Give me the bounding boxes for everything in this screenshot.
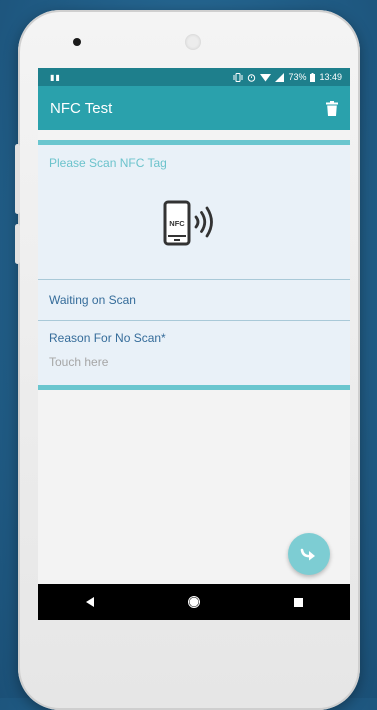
front-camera [73,38,81,46]
scan-card: Please Scan NFC Tag NFC Waiting on Scan … [38,140,350,390]
recents-icon [293,597,303,607]
vibrate-icon [233,72,243,82]
reason-input[interactable] [49,355,329,369]
nav-back-button[interactable] [70,584,110,620]
nav-recents-button[interactable] [278,584,318,620]
status-right: 73% 13:49 [233,72,342,82]
clock: 13:49 [319,72,342,82]
scan-status: Waiting on Scan [38,280,350,321]
app-bar: NFC Test [38,86,350,130]
status-bar: ▮▮ 73% 13:49 [38,68,350,86]
notification-dots-icon: ▮▮ [50,72,61,82]
battery-icon [310,72,316,82]
content: Please Scan NFC Tag NFC Waiting on Scan … [38,140,350,390]
nav-home-button[interactable] [174,584,214,620]
proximity-sensor [185,34,201,50]
battery-percent: 73% [288,72,307,82]
reason-field: Reason For No Scan* [38,321,350,390]
home-icon [188,596,200,608]
reason-label: Reason For No Scan* [49,331,166,345]
return-arrow-icon [300,548,315,561]
scan-area[interactable]: Please Scan NFC Tag NFC [38,145,350,280]
submit-fab[interactable] [288,533,330,575]
wifi-icon [260,73,272,81]
nav-bar [38,584,350,620]
back-icon [85,597,94,607]
app-title: NFC Test [50,99,113,117]
power-button [15,224,20,264]
scan-prompt: Please Scan NFC Tag [49,156,167,170]
alarm-icon [248,73,256,82]
volume-button [15,144,20,214]
screen: ▮▮ 73% 13:49 NFC Test Please Scan NFC Ta… [38,68,350,620]
trash-icon[interactable] [326,100,338,116]
signal-icon [275,72,285,82]
nfc-label: NFC [169,219,185,228]
nfc-phone-icon: NFC [163,200,213,246]
